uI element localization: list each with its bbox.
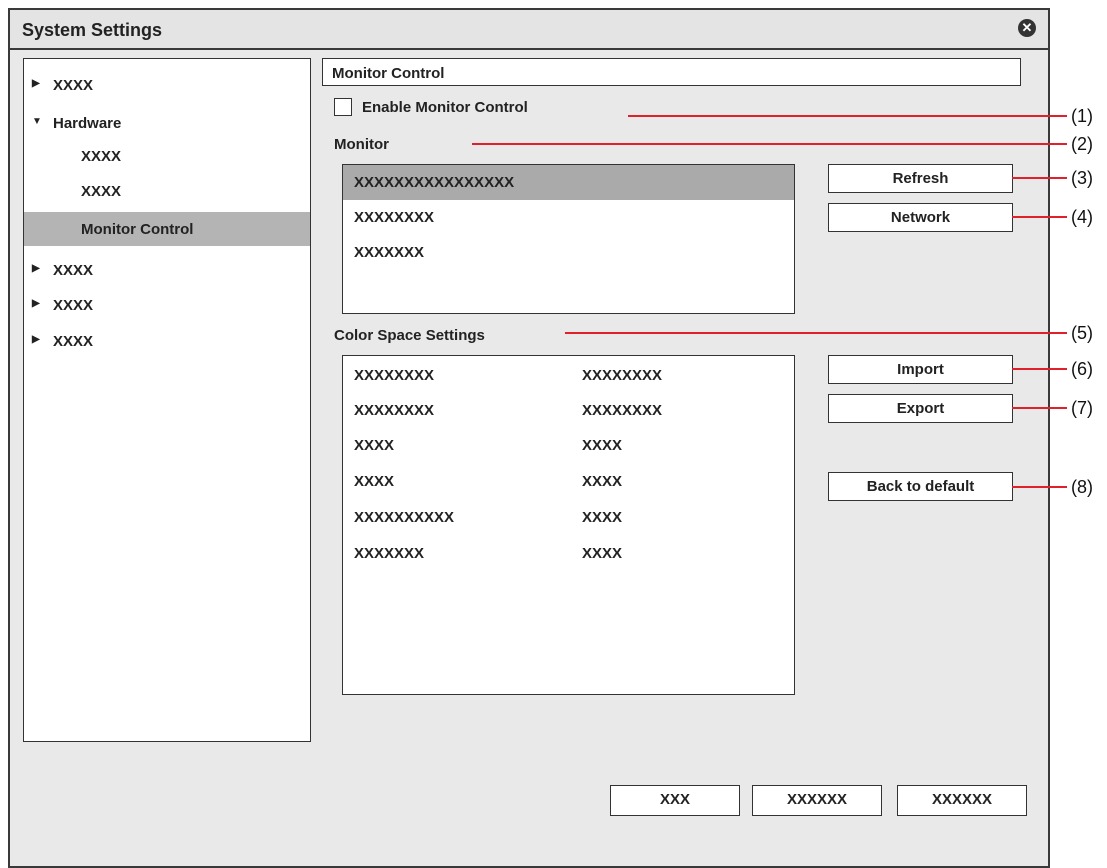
- color-space-cell: XXXXXXXX: [354, 367, 435, 384]
- export-button[interactable]: Export: [828, 394, 1013, 423]
- tree-item-hardware[interactable]: ▼ Hardware: [24, 106, 310, 140]
- close-icon[interactable]: ✕: [1018, 19, 1036, 37]
- color-space-settings-label: Color Space Settings: [334, 327, 485, 344]
- settings-tree: ▶ XXXX ▼ Hardware XXXX XXXX Monitor Cont…: [23, 58, 311, 742]
- network-button[interactable]: Network: [828, 203, 1013, 232]
- tree-item-label: XXXX: [53, 297, 94, 314]
- tree-item-xxxx-4[interactable]: ▶ XXXX: [24, 324, 310, 358]
- monitor-list[interactable]: XXXXXXXXXXXXXXXX XXXXXXXX XXXXXXX: [342, 164, 795, 314]
- enable-monitor-control-checkbox[interactable]: [334, 98, 352, 116]
- collapse-arrow-icon[interactable]: ▼: [32, 116, 42, 127]
- monitor-list-item-label: XXXXXXXX: [354, 209, 435, 226]
- callout-label-2: (2): [1071, 134, 1093, 154]
- callout-label-4: (4): [1071, 207, 1093, 227]
- color-space-cell: XXXX: [354, 473, 395, 490]
- monitor-list-item-label: XXXXXXX: [354, 244, 425, 261]
- footer-button-2[interactable]: XXXXXX: [752, 785, 882, 816]
- tree-item-label: Monitor Control: [81, 221, 194, 238]
- tree-item-hardware-xxxx-2[interactable]: XXXX: [24, 174, 310, 208]
- enable-monitor-control-label: Enable Monitor Control: [362, 99, 528, 116]
- expand-arrow-icon[interactable]: ▶: [32, 78, 40, 89]
- color-space-cell: XXXXXXXX: [582, 367, 663, 384]
- expand-arrow-icon[interactable]: ▶: [32, 334, 40, 345]
- tree-item-label: Hardware: [53, 115, 122, 132]
- refresh-button[interactable]: Refresh: [828, 164, 1013, 193]
- tree-item-label: XXXX: [81, 183, 122, 200]
- color-space-cell: XXXX: [582, 473, 623, 490]
- tree-item-xxxx-1[interactable]: ▶ XXXX: [24, 68, 310, 102]
- color-space-cell: XXXX: [354, 437, 395, 454]
- tree-item-label: XXXX: [53, 77, 94, 94]
- callout-label-1: (1): [1071, 106, 1093, 126]
- monitor-list-item-label: XXXXXXXXXXXXXXXX: [354, 174, 515, 191]
- color-space-cell: XXXXXXXX: [354, 402, 435, 419]
- color-space-cell: XXXX: [582, 509, 623, 526]
- expand-arrow-icon[interactable]: ▶: [32, 263, 40, 274]
- color-space-cell: XXXXXXXXXX: [354, 509, 455, 526]
- tree-item-label: XXXX: [81, 148, 122, 165]
- panel-title: Monitor Control: [332, 65, 445, 82]
- color-space-list[interactable]: XXXXXXXX XXXXXXXX XXXXXXXX XXXXXXXX XXXX…: [342, 355, 795, 695]
- window-title: System Settings: [22, 20, 163, 40]
- callout-label-5: (5): [1071, 323, 1093, 343]
- callout-label-3: (3): [1071, 168, 1093, 188]
- expand-arrow-icon[interactable]: ▶: [32, 298, 40, 309]
- callout-label-7: (7): [1071, 398, 1093, 418]
- monitor-list-item[interactable]: XXXXXXXX: [343, 200, 794, 235]
- monitor-list-item[interactable]: XXXXXXX: [343, 235, 794, 270]
- tree-item-monitor-control[interactable]: Monitor Control: [24, 212, 310, 246]
- color-space-cell: XXXX: [582, 437, 623, 454]
- title-bar: System Settings ✕: [10, 10, 1048, 50]
- back-to-default-button[interactable]: Back to default: [828, 472, 1013, 501]
- import-button[interactable]: Import: [828, 355, 1013, 384]
- panel-title-box: Monitor Control: [322, 58, 1021, 86]
- footer-button-3[interactable]: XXXXXX: [897, 785, 1027, 816]
- color-space-cell: XXXXXXX: [354, 545, 425, 562]
- color-space-cell: XXXXXXXX: [582, 402, 663, 419]
- tree-item-xxxx-2[interactable]: ▶ XXXX: [24, 253, 310, 287]
- tree-item-label: XXXX: [53, 333, 94, 350]
- monitor-section-label: Monitor: [334, 136, 389, 153]
- footer-button-1[interactable]: XXX: [610, 785, 740, 816]
- monitor-list-item[interactable]: XXXXXXXXXXXXXXXX: [343, 165, 794, 200]
- tree-item-label: XXXX: [53, 262, 94, 279]
- callout-label-6: (6): [1071, 359, 1093, 379]
- callout-label-8: (8): [1071, 477, 1093, 497]
- tree-item-hardware-xxxx-1[interactable]: XXXX: [24, 139, 310, 173]
- tree-item-xxxx-3[interactable]: ▶ XXXX: [24, 288, 310, 322]
- color-space-cell: XXXX: [582, 545, 623, 562]
